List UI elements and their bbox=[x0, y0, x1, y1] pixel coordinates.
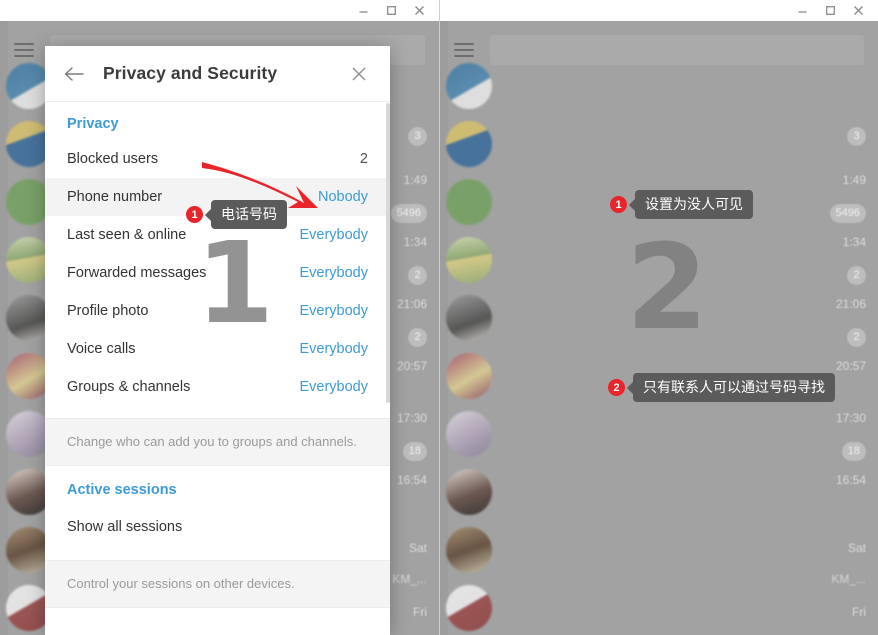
privacy-section: Privacy Blocked users 2 Phone number Nob… bbox=[45, 102, 390, 406]
chat-unread-badge: 2 bbox=[408, 328, 427, 347]
row-label: Show all sessions bbox=[67, 519, 183, 535]
chat-timestamp: 16:54 bbox=[396, 473, 427, 487]
dialog-header: Privacy and Security bbox=[45, 46, 390, 102]
step-badge-2: 2 bbox=[608, 379, 625, 396]
app-background-right: 3 1:49 5496 1:34 2 21:06 2 20:57 17:30 18 16:54 Sat… bbox=[440, 21, 878, 635]
close-button[interactable] bbox=[844, 0, 872, 21]
avatar bbox=[446, 411, 492, 457]
chat-timestamp: 1:34 bbox=[842, 235, 866, 249]
tooltip-phone-number: 电话号码 bbox=[205, 200, 287, 229]
chat-timestamp: Fri bbox=[852, 605, 866, 619]
tooltip-set-nobody: 设置为没人可见 bbox=[629, 190, 753, 219]
chat-unread-badge: 3 bbox=[408, 127, 427, 146]
avatar bbox=[446, 353, 492, 399]
maximize-button[interactable] bbox=[377, 0, 405, 21]
row-value: Everybody bbox=[299, 265, 368, 281]
chat-unread-badge: 3 bbox=[847, 127, 866, 146]
row-label: Voice calls bbox=[67, 341, 136, 357]
avatar bbox=[446, 469, 492, 515]
scrollbar-thumb[interactable] bbox=[386, 103, 390, 403]
dialog-scrollbar[interactable] bbox=[386, 103, 390, 635]
row-forwarded-messages[interactable]: Forwarded messages Everybody bbox=[45, 254, 390, 292]
row-value: Nobody bbox=[318, 189, 368, 205]
row-value: Everybody bbox=[299, 341, 368, 357]
chat-timestamp: 20:57 bbox=[835, 359, 866, 373]
row-groups-channels[interactable]: Groups & channels Everybody bbox=[45, 368, 390, 406]
chat-avatar-column bbox=[446, 63, 494, 635]
menu-icon[interactable] bbox=[14, 43, 34, 57]
chat-unread-badge: 5496 bbox=[829, 204, 866, 223]
avatar bbox=[446, 527, 492, 573]
sessions-hint: Control your sessions on other devices. bbox=[45, 560, 390, 608]
row-label: Groups & channels bbox=[67, 379, 191, 395]
telegram-window-left: 3 1:49 5496 1:34 2 21:06 2 20:57 17:30 18 16:54 Sat… bbox=[0, 0, 439, 635]
avatar bbox=[446, 237, 492, 283]
groups-hint: Change who can add you to groups and cha… bbox=[45, 418, 390, 466]
chatlist-backdrop bbox=[440, 21, 878, 635]
titlebar-left bbox=[0, 0, 439, 21]
avatar bbox=[446, 585, 492, 631]
chat-timestamp: KM_... bbox=[392, 572, 427, 586]
dialog-title: Privacy and Security bbox=[103, 63, 278, 83]
row-value: 2 bbox=[359, 151, 368, 167]
nobody-annotation: 1 设置为没人可见 bbox=[602, 190, 753, 219]
avatar bbox=[446, 295, 492, 341]
avatar bbox=[446, 179, 492, 225]
avatar bbox=[446, 121, 492, 167]
my-contacts-annotation: 2 只有联系人可以通过号码寻找 bbox=[600, 373, 835, 402]
chat-unread-badge: 18 bbox=[402, 442, 427, 461]
row-label: Blocked users bbox=[67, 151, 159, 167]
step-badge-1: 1 bbox=[610, 196, 627, 213]
chat-timestamp: 17:30 bbox=[835, 411, 866, 425]
row-value: Everybody bbox=[299, 379, 368, 395]
row-label: Forwarded messages bbox=[67, 265, 207, 281]
tooltip-contacts-find: 只有联系人可以通过号码寻找 bbox=[627, 373, 835, 402]
chat-timestamp: 20:57 bbox=[396, 359, 427, 373]
search-input[interactable] bbox=[490, 35, 864, 65]
chat-timestamp: 21:06 bbox=[835, 297, 866, 311]
back-arrow-icon[interactable] bbox=[59, 59, 89, 89]
chat-unread-badge: 2 bbox=[847, 266, 866, 285]
screenshot-root: 3 1:49 5496 1:34 2 21:06 2 20:57 17:30 18 16:54 Sat… bbox=[0, 0, 878, 635]
row-value: Everybody bbox=[299, 227, 368, 243]
row-profile-photo[interactable]: Profile photo Everybody bbox=[45, 292, 390, 330]
chat-timestamp: 1:34 bbox=[403, 235, 427, 249]
chat-timestamp: 1:49 bbox=[403, 173, 427, 187]
minimize-button[interactable] bbox=[349, 0, 377, 21]
minimize-button[interactable] bbox=[788, 0, 816, 21]
menu-icon[interactable] bbox=[454, 43, 474, 57]
chat-timestamp: 16:54 bbox=[835, 473, 866, 487]
close-button[interactable] bbox=[405, 0, 433, 21]
chat-unread-badge: 2 bbox=[847, 328, 866, 347]
close-icon[interactable] bbox=[344, 59, 374, 89]
telegram-window-right: 3 1:49 5496 1:34 2 21:06 2 20:57 17:30 18 16:54 Sat… bbox=[439, 0, 878, 635]
chat-unread-badge: 5496 bbox=[390, 204, 427, 223]
active-sessions-link[interactable]: Active sessions bbox=[45, 466, 390, 502]
sessions-section: Active sessions Show all sessions bbox=[45, 466, 390, 546]
row-voice-calls[interactable]: Voice calls Everybody bbox=[45, 330, 390, 368]
row-label: Phone number bbox=[67, 189, 163, 205]
chat-timestamp: Sat bbox=[847, 541, 866, 555]
titlebar-right bbox=[440, 0, 878, 21]
row-blocked-users[interactable]: Blocked users 2 bbox=[45, 140, 390, 178]
row-value: Everybody bbox=[299, 303, 368, 319]
maximize-button[interactable] bbox=[816, 0, 844, 21]
avatar bbox=[446, 63, 492, 109]
chat-timestamp: Fri bbox=[413, 605, 427, 619]
chat-unread-badge: 18 bbox=[841, 442, 866, 461]
chat-timestamp: Sat bbox=[408, 541, 427, 555]
step-badge-1: 1 bbox=[186, 206, 203, 223]
row-label: Profile photo bbox=[67, 303, 149, 319]
privacy-section-title: Privacy bbox=[67, 116, 119, 132]
privacy-security-dialog: Privacy and Security Privacy Blocked use… bbox=[45, 46, 390, 635]
chat-timestamp: 17:30 bbox=[396, 411, 427, 425]
row-label: Last seen & online bbox=[67, 227, 187, 243]
phone-number-annotation: 1 电话号码 bbox=[178, 200, 287, 229]
chat-timestamp: KM_... bbox=[831, 572, 866, 586]
chat-unread-badge: 2 bbox=[408, 266, 427, 285]
row-show-all-sessions[interactable]: Show all sessions bbox=[45, 508, 390, 546]
chat-timestamp: 1:49 bbox=[842, 173, 866, 187]
chat-timestamp: 21:06 bbox=[396, 297, 427, 311]
